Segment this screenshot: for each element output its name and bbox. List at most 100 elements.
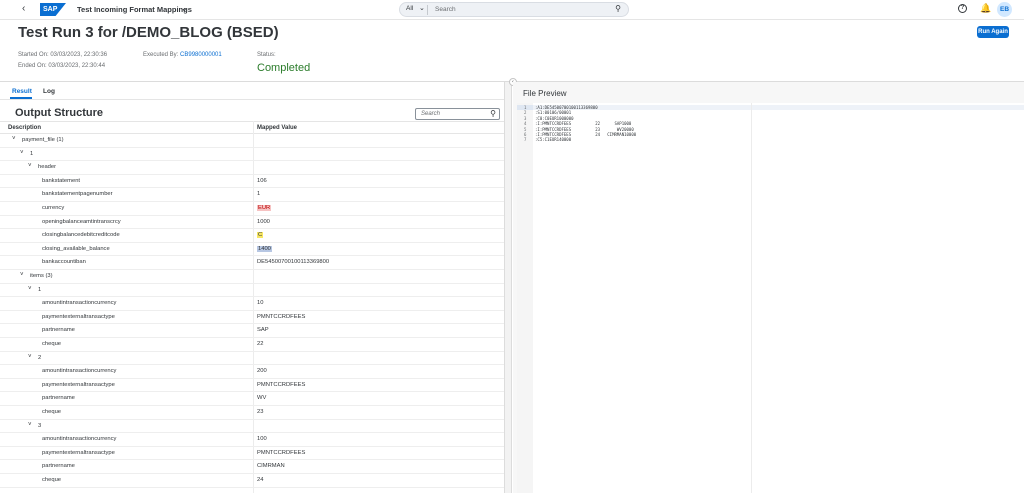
table-row[interactable]: bankstatement 106 [0,175,504,189]
row-mapped-value: 10 [257,300,263,306]
mapped-value-text: 10 [257,300,264,307]
global-search[interactable]: All ⌄ Search ⚲ [399,2,629,17]
executed-by-label: Executed By: [143,52,179,58]
table-row[interactable]: paymentexternaltransactype PMNTCCRDFEES [0,447,504,461]
table-row[interactable]: amountintransactioncurrency 10 [0,297,504,311]
row-description: 2 [38,354,42,361]
table-row[interactable]: ˅ 1 [0,148,504,162]
current-line-highlight [533,105,1024,110]
row-description: closingbalancedebitcreditcode [42,232,120,239]
expand-chevron-icon[interactable]: ˅ [28,354,32,360]
back-arrow-icon[interactable]: ‹ [22,3,25,14]
tab-log[interactable]: Log [43,88,55,95]
expand-chevron-icon[interactable]: ˅ [28,163,32,169]
row-description: amountintransactioncurrency [42,436,117,443]
code-line: :I:PMNTCCRDFEES 24 CIMRMAN10000 [535,132,637,137]
search-divider [427,5,428,15]
mapped-value-text: 23 [257,409,264,415]
help-icon[interactable]: ? [958,4,967,13]
notification-bell-icon[interactable]: 🔔 [980,3,991,14]
expand-chevron-icon[interactable]: ˅ [20,150,24,156]
ended-on: Ended On: 03/03/2023, 22:30:44 [18,63,106,69]
table-row[interactable]: currency EUR [0,202,504,216]
line-number: 5 [524,126,527,132]
executed-by-link[interactable]: CB9980000001 [180,52,222,58]
expand-chevron-icon[interactable]: ˅ [28,422,32,428]
table-row[interactable]: cheque 22 [0,338,504,352]
table-row[interactable]: bankaccountiban DE54500700100113369800 [0,256,504,270]
row-mapped-value: WV [257,395,266,401]
row-description: items (3) [30,273,53,279]
table-row[interactable]: paymentexternaltransactype PMNTCCRDFEES [0,311,504,325]
table-row[interactable]: partnername WV [0,392,504,406]
table-row[interactable]: openingbalanceamtintranscrcy 1000 [0,216,504,230]
file-preview-title: File Preview [523,89,567,98]
table-row[interactable]: closingbalancedebitcreditcode C [0,229,504,243]
table-row[interactable]: amountintransactioncurrency 100 [0,433,504,447]
table-row[interactable]: closing_available_balance 1400 [0,243,504,257]
row-mapped-value: 106 [257,178,267,184]
row-description: header [38,164,57,171]
table-row[interactable]: partnername SAP [0,324,504,338]
row-mapped-value: PMNTCCRDFEES [257,314,305,320]
mapped-value-text: DE54500700100113369800 [257,259,330,266]
row-description: cheque [42,409,62,415]
mapped-value-text: C [257,232,264,239]
search-icon[interactable]: ⚲ [615,4,621,13]
table-row[interactable]: ˅ 2 [0,352,504,366]
line-number: 7 [524,137,527,143]
table-row[interactable]: ˅ header [0,161,504,175]
row-mapped-value: 1 [257,191,260,197]
code-line: :I:PMNTCCRDFEES 22 SAP1000 [535,121,632,127]
row-description: paymentexternaltransactype [42,381,115,388]
table-row[interactable]: ˅ 3 [0,420,504,434]
table-row[interactable]: ˅ items (3) [0,270,504,284]
output-structure-title: Output Structure [15,107,103,119]
table-row[interactable]: ˅ payment_file (1) [0,134,504,148]
column-header-description[interactable]: Description [8,125,41,131]
status-value: Completed [257,62,311,74]
table-row[interactable]: paymentexternaltransactype PMNTCCRDFEES [0,379,504,393]
expand-chevron-icon[interactable]: ˅ [28,286,32,292]
expand-chevron-icon[interactable]: ˅ [12,136,16,142]
search-input[interactable]: Search [435,6,456,13]
line-number: 1 [524,105,527,110]
line-number: 4 [524,121,527,127]
table-row[interactable]: bankstatementpagenumber 1 [0,188,504,202]
search-scope-select[interactable]: All [406,5,413,12]
mapped-value-text: 200 [257,368,267,375]
chevron-down-icon[interactable]: ⌄ [181,4,188,13]
row-description: 3 [38,422,42,429]
shell-bar: ‹ SAP Test Incoming Format Mappings ⌄ Al… [0,0,1024,20]
mapped-value-text: CIMRMAN [257,463,285,470]
mapped-value-text: PMNTCCRDFEES [257,381,306,388]
expand-chevron-icon[interactable]: ˅ [20,272,24,278]
executed-by: Executed By: CB9980000001 [143,52,222,58]
row-description: paymentexternaltransactype [42,449,115,456]
column-header-mapped-value[interactable]: Mapped Value [257,125,297,131]
table-row[interactable]: ˅ 1 [0,284,504,298]
avatar[interactable]: EB [997,2,1012,17]
table-row[interactable]: cheque 23 [0,406,504,420]
table-row[interactable]: cheque 24 [0,474,504,488]
pane-splitter[interactable] [504,82,512,493]
line-number: 3 [524,115,527,121]
mapped-value-text: WV [257,395,267,402]
sap-logo[interactable]: SAP [40,3,66,16]
code-line: :I:PMNTCCRDFEES 23 WV20000 [535,126,634,132]
mapped-value-text: EUR [257,205,272,211]
run-again-button[interactable]: Run Again [977,26,1009,38]
search-icon[interactable]: ⚲ [490,109,496,118]
tab-result[interactable]: Result [12,88,32,95]
print-margin [751,103,752,493]
chevron-down-icon[interactable]: ⌄ [419,4,425,12]
row-description: amountintransactioncurrency [42,300,117,307]
row-mapped-value: 22 [257,341,263,347]
table-search-input[interactable]: Search ⚲ [415,108,500,120]
table-row[interactable]: amountintransactioncurrency 200 [0,365,504,379]
line-number: 6 [524,132,527,137]
table-row[interactable]: partnername CIMRMAN [0,460,504,474]
table-search-placeholder: Search [421,111,441,117]
mapped-value-text: 106 [257,177,267,184]
code-editor[interactable] [517,103,1024,493]
